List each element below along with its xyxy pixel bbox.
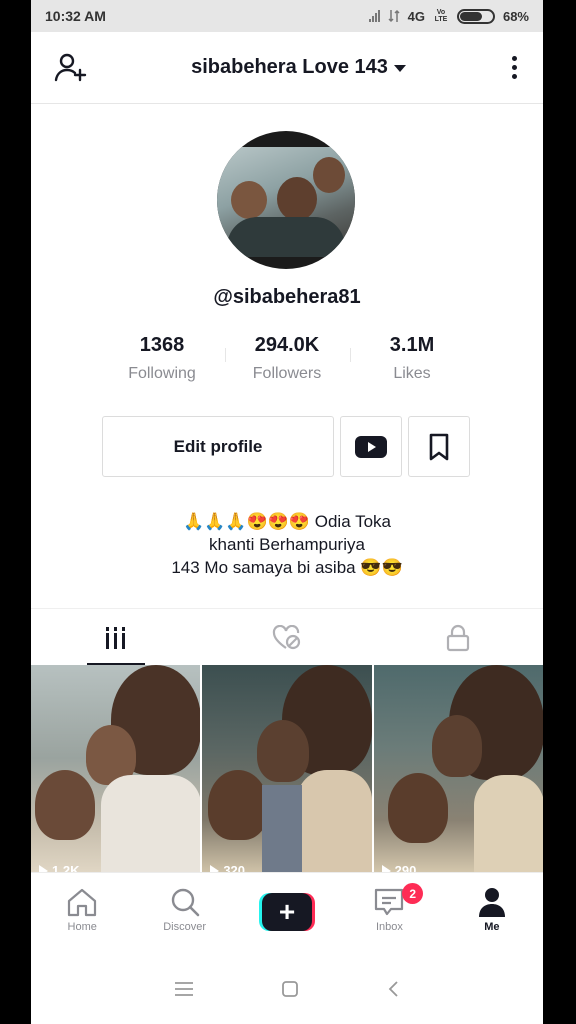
tab-videos[interactable]: [31, 611, 202, 665]
nav-create[interactable]: +: [236, 873, 338, 954]
username-handle: @sibabehera81: [213, 286, 361, 308]
stat-followers[interactable]: 294.0K Followers: [224, 334, 350, 383]
battery-icon: [456, 8, 495, 24]
view-count: 290: [381, 863, 416, 872]
bottom-nav: Home Discover + 2 Inbox Me: [31, 872, 543, 954]
nav-label: Home: [67, 921, 97, 933]
play-icon: [381, 864, 391, 872]
signal-icon: [368, 10, 380, 22]
edit-profile-button[interactable]: Edit profile: [102, 416, 334, 477]
favorites-button[interactable]: [408, 416, 470, 477]
system-nav-bar: [31, 954, 543, 1024]
status-bar: 10:32 AM 4G Vo LTE 68%: [31, 0, 543, 32]
stat-label: Likes: [393, 365, 431, 382]
more-vertical-icon[interactable]: [508, 52, 521, 83]
stat-value: 294.0K: [254, 334, 320, 356]
inbox-icon: [375, 888, 404, 916]
volte-badge: Vo LTE: [434, 9, 448, 23]
video-thumbnail[interactable]: 1.2K: [31, 665, 201, 872]
view-count: 1.2K: [39, 863, 79, 872]
chevron-down-icon: [393, 65, 406, 72]
bio-line: 143 Mo samaya bi asiba 😎😎: [171, 558, 403, 577]
stat-likes[interactable]: 3.1M Likes: [349, 334, 475, 383]
account-name: sibabehera Love 143: [191, 56, 388, 78]
video-grid: 1.2K 320 290: [31, 665, 543, 872]
profile-bio: 🙏🙏🙏😍😍😍 Odia Toka khanti Berhampuriya 143…: [31, 510, 543, 579]
nav-discover[interactable]: Discover: [133, 873, 235, 954]
youtube-button[interactable]: [340, 416, 402, 477]
stat-following[interactable]: 1368 Following: [100, 334, 225, 383]
view-count: 320: [210, 863, 245, 872]
status-time: 10:32 AM: [45, 8, 106, 24]
home-icon: [68, 888, 97, 917]
network-type: 4G: [407, 8, 425, 24]
nav-label: Me: [484, 921, 500, 933]
bio-line: khanti Berhampuriya: [209, 535, 365, 554]
avatar-photo: [217, 147, 355, 257]
nav-inbox[interactable]: 2 Inbox: [338, 873, 440, 954]
bookmark-icon: [429, 433, 449, 460]
play-icon: [210, 864, 220, 872]
divider: [31, 608, 543, 609]
stat-value: 1368: [139, 334, 185, 356]
person-icon: [478, 888, 505, 917]
search-icon: [171, 888, 199, 917]
video-thumbnail[interactable]: 290: [373, 665, 543, 872]
nav-me[interactable]: Me: [441, 873, 543, 954]
content-tabs: [31, 611, 543, 665]
profile-stats: 1368 Following 294.0K Followers 3.1M Lik…: [31, 334, 543, 383]
status-indicators: 4G Vo LTE 68%: [368, 8, 529, 24]
grid-icon: [106, 627, 126, 649]
nav-home[interactable]: Home: [31, 873, 133, 954]
tab-private[interactable]: [372, 611, 543, 665]
video-thumbnail[interactable]: 320: [202, 665, 372, 872]
add-user-icon[interactable]: [53, 50, 89, 86]
liked-hidden-icon: [272, 625, 301, 650]
lock-icon: [446, 624, 469, 652]
data-transfer-icon: [388, 9, 400, 23]
account-switcher[interactable]: sibabehera Love 143: [191, 56, 406, 79]
tab-liked[interactable]: [202, 611, 373, 665]
create-icon: +: [259, 893, 316, 931]
app-screen: 10:32 AM 4G Vo LTE 68% sibabehera Love 1…: [31, 0, 543, 1024]
profile-header: sibabehera Love 143: [31, 32, 543, 104]
stat-label: Following: [128, 365, 196, 382]
bio-line: 🙏🙏🙏😍😍😍 Odia Toka: [183, 512, 391, 531]
home-square-icon[interactable]: [281, 980, 299, 998]
nav-label: Inbox: [375, 921, 403, 933]
stat-value: 3.1M: [389, 334, 435, 356]
play-icon: [39, 864, 48, 872]
battery-percent: 68%: [502, 8, 529, 24]
avatar[interactable]: [217, 131, 355, 269]
stat-label: Followers: [252, 365, 322, 382]
profile-actions: Edit profile: [102, 416, 470, 477]
youtube-icon: [355, 435, 387, 458]
inbox-badge: 2: [402, 883, 424, 904]
nav-label: Discover: [163, 921, 206, 933]
menu-icon[interactable]: [174, 981, 194, 997]
back-icon[interactable]: [386, 980, 400, 998]
